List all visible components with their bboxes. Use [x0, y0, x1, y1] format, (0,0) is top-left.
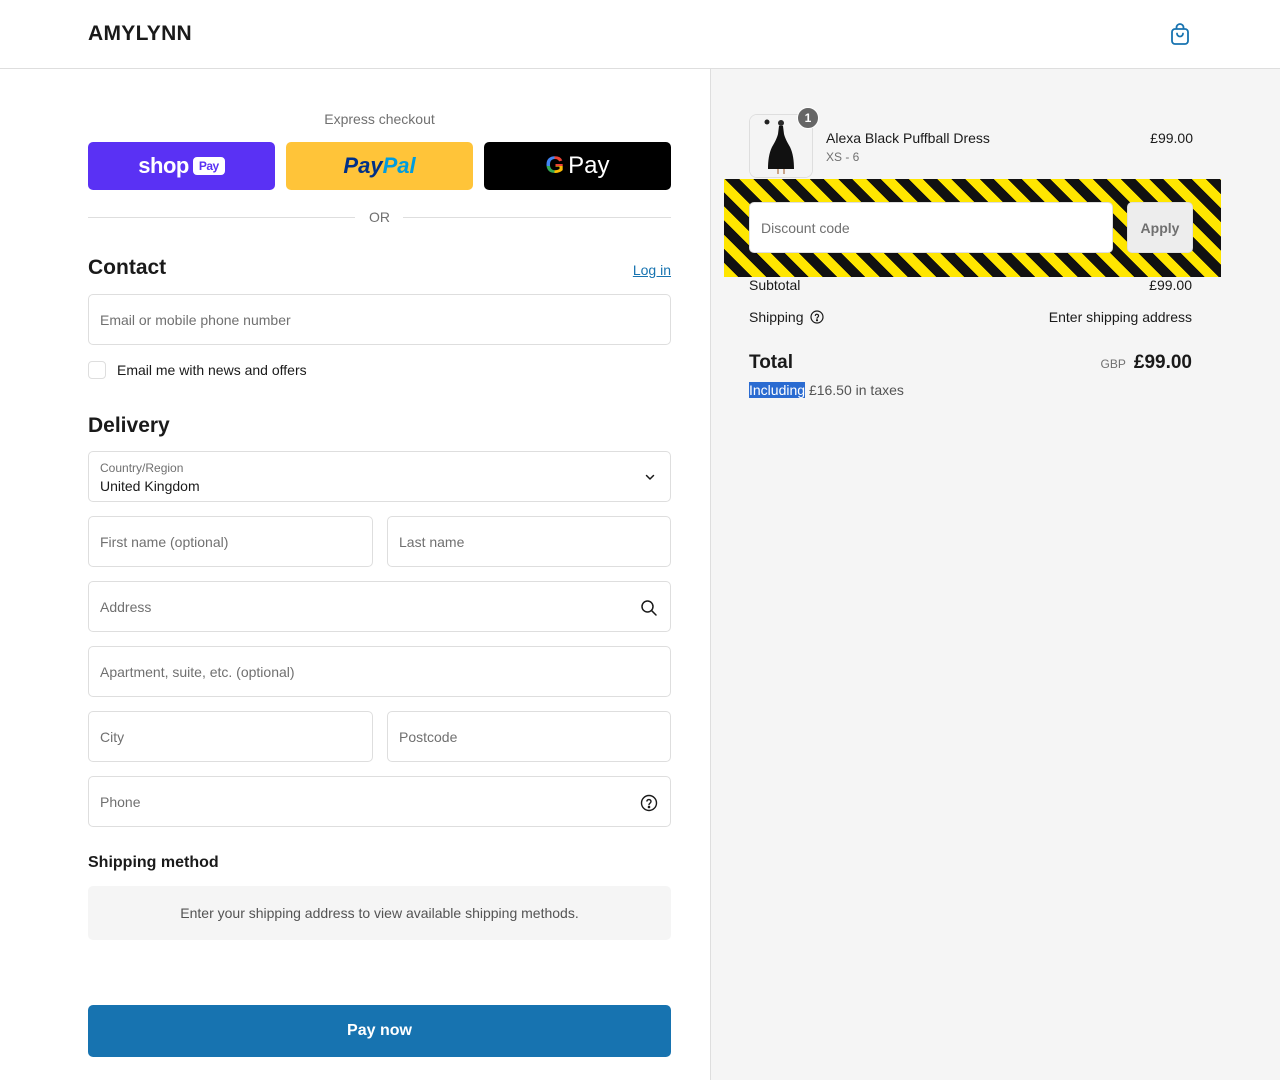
shop-pay-logo: shop Pay — [138, 153, 225, 179]
or-divider: OR — [88, 208, 671, 228]
order-summary: 1 Alexa Black Puffball Dress XS - 6 £99.… — [710, 69, 1280, 1080]
shopping-bag-icon[interactable] — [1168, 22, 1192, 46]
shop-pay-button[interactable]: shop Pay — [88, 142, 275, 190]
google-g-icon: G — [545, 152, 565, 179]
apartment-field[interactable] — [88, 646, 671, 697]
total-label: Total — [749, 352, 793, 373]
quantity-badge: 1 — [797, 107, 819, 129]
checkout-main: Express checkout shop Pay PayPal G Pay OR … — [0, 69, 710, 1080]
email-input[interactable] — [89, 295, 670, 344]
first-name-field[interactable] — [88, 516, 373, 567]
paypal-logo: PayPal — [343, 153, 416, 178]
shipping-method-title: Shipping method — [88, 854, 219, 871]
chevron-down-icon — [645, 474, 655, 480]
help-circle-icon[interactable] — [640, 794, 658, 812]
postcode-field[interactable] — [387, 711, 671, 762]
email-field[interactable] — [88, 294, 671, 345]
google-pay-button[interactable]: G Pay — [484, 142, 671, 190]
pay-now-button[interactable]: Pay now — [88, 1005, 671, 1057]
shipping-label: Shipping — [749, 309, 804, 325]
country-value: United Kingdom — [100, 478, 200, 494]
subtotal-label: Subtotal — [749, 277, 801, 293]
tax-amount-text: £16.50 in taxes — [808, 382, 904, 398]
login-link[interactable]: Log in — [560, 262, 671, 278]
header: AMYLYNN — [0, 0, 1280, 69]
delivery-title: Delivery — [88, 414, 170, 437]
city-field[interactable] — [88, 711, 373, 762]
total-value: GBP £99.00 — [1101, 352, 1192, 374]
phone-field[interactable] — [88, 776, 671, 827]
phone-input[interactable] — [89, 777, 670, 826]
newsletter-label: Email me with news and offers — [117, 362, 307, 378]
last-name-input[interactable] — [388, 517, 670, 566]
brand-logo[interactable]: AMYLYNN — [88, 22, 192, 46]
country-label: Country/Region — [100, 461, 184, 475]
address-field[interactable] — [88, 581, 671, 632]
tax-line: Including £16.50 in taxes — [749, 382, 904, 398]
discount-code-field[interactable] — [749, 202, 1113, 253]
apartment-input[interactable] — [89, 647, 670, 696]
shipping-value: Enter shipping address — [1048, 309, 1192, 325]
address-input[interactable] — [89, 582, 670, 631]
tax-including-text: Including — [749, 382, 806, 398]
shipping-method-message: Enter your shipping address to view avai… — [88, 886, 671, 940]
last-name-field[interactable] — [387, 516, 671, 567]
help-circle-icon[interactable] — [809, 310, 824, 324]
product-name: Alexa Black Puffball Dress — [826, 130, 990, 146]
first-name-input[interactable] — [89, 517, 372, 566]
subtotal-value: £99.00 — [1149, 277, 1192, 293]
product-variant: XS - 6 — [826, 150, 860, 164]
newsletter-checkbox[interactable] — [88, 361, 106, 379]
product-price: £99.00 — [1150, 130, 1193, 146]
newsletter-option[interactable]: Email me with news and offers — [88, 360, 307, 380]
apply-discount-button[interactable]: Apply — [1127, 202, 1193, 253]
country-select[interactable]: Country/Region United Kingdom — [88, 451, 671, 502]
contact-title: Contact — [88, 256, 167, 279]
discount-code-input[interactable] — [750, 203, 1112, 252]
paypal-button[interactable]: PayPal — [286, 142, 473, 190]
express-checkout-label: Express checkout — [324, 111, 435, 127]
google-pay-logo: G Pay — [545, 152, 610, 179]
currency-code: GBP — [1100, 357, 1126, 371]
shipping-row: Shipping — [749, 309, 824, 325]
total-amount: £99.00 — [1133, 352, 1192, 373]
postcode-input[interactable] — [388, 712, 670, 761]
city-input[interactable] — [89, 712, 372, 761]
search-icon — [641, 600, 657, 616]
